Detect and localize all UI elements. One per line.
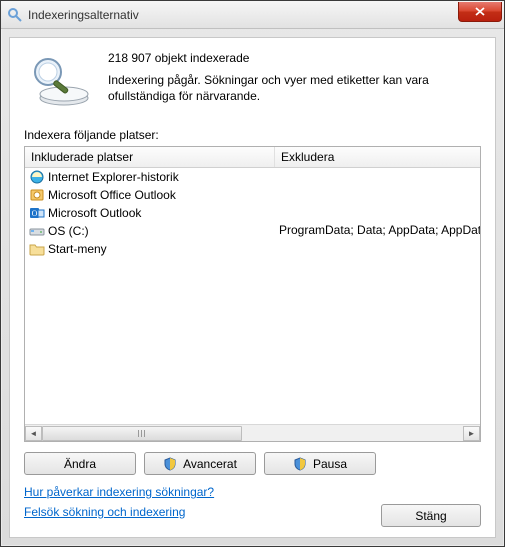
titlebar: Indexeringsalternativ bbox=[1, 1, 504, 29]
shield-icon bbox=[163, 457, 177, 471]
cell-exclude bbox=[275, 168, 480, 186]
cell-included: Internet Explorer-historik bbox=[25, 168, 275, 186]
modify-button[interactable]: Ändra bbox=[24, 452, 136, 475]
office-icon bbox=[29, 187, 45, 203]
outlook-icon: O bbox=[29, 205, 45, 221]
pause-label: Pausa bbox=[313, 457, 347, 471]
indexed-count: 218 907 objekt indexerade bbox=[108, 50, 481, 66]
cell-included: OS (C:) bbox=[25, 222, 275, 240]
svg-text:O: O bbox=[32, 209, 38, 218]
cell-exclude bbox=[275, 186, 480, 204]
troubleshoot-link[interactable]: Felsök sökning och indexering bbox=[24, 505, 185, 519]
footer: Stäng bbox=[381, 504, 481, 527]
row-name: Microsoft Outlook bbox=[48, 206, 141, 220]
close-button[interactable]: Stäng bbox=[381, 504, 481, 527]
cell-included: O Microsoft Outlook bbox=[25, 204, 275, 222]
list-row[interactable]: Internet Explorer-historik bbox=[25, 168, 480, 186]
list-body: Internet Explorer-historik Microsoft Offi… bbox=[25, 168, 480, 424]
row-name: Start-meny bbox=[48, 242, 107, 256]
column-exclude[interactable]: Exkludera bbox=[275, 147, 480, 167]
cell-exclude bbox=[275, 204, 480, 222]
scroll-left-button[interactable]: ◄ bbox=[25, 426, 42, 441]
indexing-options-window: Indexeringsalternativ 218 907 objekt ind… bbox=[0, 0, 505, 547]
help-link[interactable]: Hur påverkar indexering sökningar? bbox=[24, 485, 214, 499]
column-included[interactable]: Inkluderade platser bbox=[25, 147, 275, 167]
magnifier-drive-icon bbox=[24, 50, 94, 110]
summary-row: 218 907 objekt indexerade Indexering påg… bbox=[24, 50, 481, 110]
close-label: Stäng bbox=[415, 509, 446, 523]
list-row[interactable]: Start-meny bbox=[25, 240, 480, 258]
app-icon bbox=[7, 7, 23, 23]
list-row[interactable]: Microsoft Office Outlook bbox=[25, 186, 480, 204]
cell-exclude bbox=[275, 240, 480, 258]
modify-label: Ändra bbox=[64, 457, 96, 471]
list-row[interactable]: OS (C:) ProgramData; Data; AppData; AppDa… bbox=[25, 222, 480, 240]
cell-included: Start-meny bbox=[25, 240, 275, 258]
disk-icon bbox=[29, 223, 45, 239]
advanced-button[interactable]: Avancerat bbox=[144, 452, 256, 475]
content-panel: 218 907 objekt indexerade Indexering påg… bbox=[9, 37, 496, 538]
locations-list: Inkluderade platser Exkludera Internet E… bbox=[24, 146, 481, 442]
cell-included: Microsoft Office Outlook bbox=[25, 186, 275, 204]
row-name: Microsoft Office Outlook bbox=[48, 188, 176, 202]
indexing-status: Indexering pågår. Sökningar och vyer med… bbox=[108, 72, 481, 104]
window-title: Indexeringsalternativ bbox=[28, 8, 458, 22]
horizontal-scrollbar[interactable]: ◄ ► bbox=[25, 424, 480, 441]
list-header: Inkluderade platser Exkludera bbox=[25, 147, 480, 168]
list-row[interactable]: O Microsoft Outlook bbox=[25, 204, 480, 222]
shield-icon bbox=[293, 457, 307, 471]
pause-button[interactable]: Pausa bbox=[264, 452, 376, 475]
scroll-track[interactable] bbox=[42, 426, 463, 441]
summary-text: 218 907 objekt indexerade Indexering påg… bbox=[108, 50, 481, 110]
ie-icon bbox=[29, 169, 45, 185]
folder-icon bbox=[29, 241, 45, 257]
locations-label: Indexera följande platser: bbox=[24, 128, 481, 142]
row-name: Internet Explorer-historik bbox=[48, 170, 179, 184]
cell-exclude: ProgramData; Data; AppData; AppData; App… bbox=[275, 222, 480, 240]
scroll-thumb[interactable] bbox=[42, 426, 242, 441]
row-name: OS (C:) bbox=[48, 224, 89, 238]
close-icon[interactable] bbox=[458, 2, 502, 22]
advanced-label: Avancerat bbox=[183, 457, 237, 471]
scroll-right-button[interactable]: ► bbox=[463, 426, 480, 441]
button-row: Ändra Avancerat Pausa bbox=[24, 452, 481, 475]
